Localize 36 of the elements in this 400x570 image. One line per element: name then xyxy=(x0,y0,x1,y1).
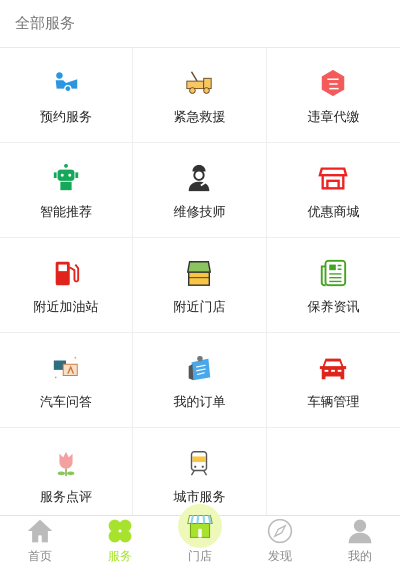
person-icon xyxy=(346,517,374,545)
service-label: 预约服务 xyxy=(40,109,92,126)
tab-item[interactable]: 首页 xyxy=(0,516,80,570)
service-label: 附近加油站 xyxy=(34,299,99,316)
clover-icon xyxy=(106,517,134,545)
store-icon xyxy=(186,512,214,540)
service-tile[interactable]: 维修技师 xyxy=(133,143,267,238)
newspaper-icon xyxy=(318,258,348,288)
tab-item[interactable]: 发现 xyxy=(240,516,320,570)
service-label: 智能推荐 xyxy=(40,204,92,221)
service-tile[interactable]: 汽车问答 xyxy=(0,333,134,428)
service-label: 服务点评 xyxy=(40,489,92,506)
service-tile[interactable]: 违章代缴 xyxy=(266,48,400,143)
house-icon xyxy=(26,517,54,545)
service-tile[interactable]: 优惠商城 xyxy=(266,143,400,238)
service-tile[interactable]: 紧急救援 xyxy=(133,48,267,143)
service-tile[interactable]: 附近门店 xyxy=(133,238,267,333)
service-label: 我的订单 xyxy=(173,394,226,411)
service-tile[interactable]: 车辆管理 xyxy=(266,333,400,428)
tab-item[interactable]: 我的 xyxy=(320,516,400,570)
service-tile[interactable]: 我的订单 xyxy=(133,333,267,428)
service-label: 违章代缴 xyxy=(307,109,360,126)
service-label: 车辆管理 xyxy=(307,394,360,411)
page-title: 全部服务 xyxy=(15,14,75,33)
service-label: 维修技师 xyxy=(173,204,226,221)
service-label: 汽车问答 xyxy=(40,394,92,411)
service-tile[interactable]: 附近加油站 xyxy=(0,238,134,333)
service-label: 保养资讯 xyxy=(307,299,360,316)
service-label: 紧急救援 xyxy=(173,109,226,126)
service-tile[interactable]: 智能推荐 xyxy=(0,143,134,238)
compass-icon xyxy=(266,517,294,545)
service-tile[interactable]: 保养资讯 xyxy=(266,238,400,333)
service-label: 优惠商城 xyxy=(307,204,360,221)
service-label: 城市服务 xyxy=(173,489,226,506)
service-tile[interactable]: 预约服务 xyxy=(0,48,134,143)
service-label: 附近门店 xyxy=(173,299,226,316)
